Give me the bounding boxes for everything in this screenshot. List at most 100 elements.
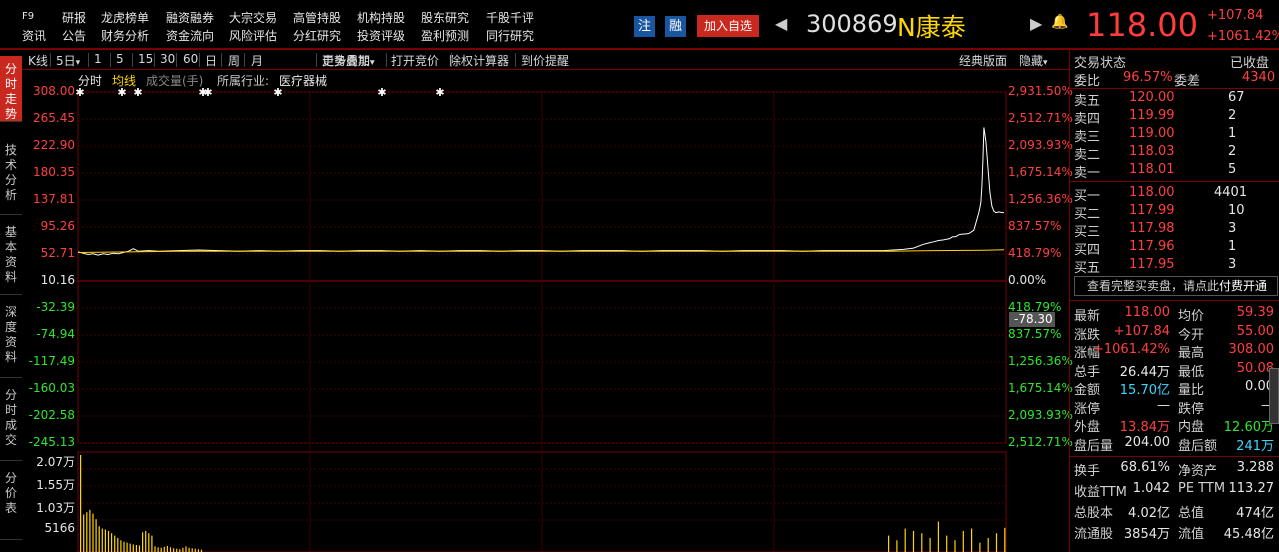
volume-bar: [151, 535, 153, 552]
event-marker-icon[interactable]: ✱: [75, 86, 84, 99]
y-axis-label-left: -117.49: [28, 354, 75, 368]
volume-bar: [896, 540, 898, 552]
volume-bar: [83, 514, 85, 552]
y-axis-label-right: 2,931.50%: [1008, 84, 1073, 98]
stat-value: 59.39: [1236, 305, 1274, 320]
bid-price: 118.00: [1129, 185, 1175, 200]
volume-bar: [921, 533, 923, 552]
bid-label: 买五: [1074, 261, 1101, 276]
ask-volume: 1: [1228, 126, 1237, 141]
volume-bar: [126, 542, 128, 552]
volume-bar: [86, 512, 88, 552]
full-book-text: 查看完整买卖盘，请点此: [1087, 279, 1220, 293]
volume-bar: [114, 535, 116, 552]
stat-value: 308.00: [1228, 342, 1275, 357]
y-axis-label-left: 95.26: [40, 218, 75, 233]
volume-bar: [962, 530, 964, 552]
stat-value: 241万: [1236, 438, 1274, 454]
volume-bar: [173, 548, 175, 552]
bid-price: 117.96: [1129, 239, 1175, 254]
fund-label: 总股本: [1074, 506, 1114, 521]
volume-bar: [111, 533, 113, 552]
panel-divider: [1070, 300, 1279, 301]
stat-label: 今开: [1178, 327, 1205, 343]
y-axis-label-left: -160.03: [28, 380, 75, 395]
y-axis-label-right: 2,512.71%: [1008, 435, 1073, 449]
volume-bar: [182, 547, 184, 552]
y-axis-label-left: 308.00: [33, 84, 75, 98]
volume-bar: [166, 545, 168, 552]
y-axis-label-right: 418.79%: [1008, 245, 1062, 260]
bid-volume: 4401: [1214, 185, 1248, 200]
volume-bar: [185, 546, 187, 552]
weibi-value: 96.57%: [1123, 70, 1173, 85]
bid-volume: 1: [1228, 239, 1237, 254]
volume-bar: [979, 542, 981, 552]
bid-volume: 3: [1228, 221, 1237, 236]
full-order-book-button[interactable]: 查看完整买卖盘，请点此付费开通: [1074, 276, 1278, 296]
ask-price: 119.00: [1129, 126, 1175, 141]
panel-divider: [1070, 181, 1279, 182]
volume-bar: [92, 513, 94, 552]
ask-price: 118.03: [1129, 144, 1175, 159]
y-axis-label-right: 837.57%: [1008, 218, 1062, 233]
volume-bar: [954, 540, 956, 552]
stat-value: +107.84: [1113, 323, 1170, 339]
volume-bar: [163, 546, 165, 552]
volume-bar: [132, 544, 134, 552]
y-axis-label-right: 2,093.93%: [1008, 138, 1073, 152]
y-axis-label-left: 52.71: [40, 245, 75, 260]
event-marker-icon[interactable]: ✱: [435, 86, 444, 99]
y-axis-label-left: 137.81: [33, 191, 75, 206]
bid-volume: 10: [1228, 203, 1245, 218]
status-value: 已收盘: [1230, 56, 1270, 71]
stat-label: 量比: [1178, 383, 1205, 398]
stat-value: 12.60万: [1223, 420, 1274, 435]
ask-volume: 2: [1228, 108, 1237, 123]
scrollbar[interactable]: [1269, 368, 1279, 424]
volume-bar: [169, 547, 172, 552]
y-axis-label-right: 2,512.71%: [1008, 111, 1073, 125]
y-axis-label-left: -32.39: [36, 300, 75, 314]
y-axis-label-left: 180.35: [33, 165, 75, 179]
fund-value: 3.288: [1236, 460, 1274, 475]
stat-label: 最高: [1178, 346, 1205, 361]
volume-bar: [995, 533, 998, 552]
stat-value: 118.00: [1124, 305, 1171, 320]
stat-value: +1061.42%: [1092, 342, 1170, 357]
ask-price: 120.00: [1129, 90, 1175, 105]
volume-axis-label: 1.55万: [36, 478, 75, 492]
event-marker-icon[interactable]: ✱: [203, 86, 212, 99]
stat-value: —: [1157, 397, 1170, 413]
volume-bar: [142, 532, 144, 552]
volume-bar: [123, 541, 125, 552]
y-axis-label-right: 1,675.14%: [1008, 380, 1073, 395]
cursor-value: -78.30: [1014, 312, 1053, 326]
stat-value: 15.70亿: [1119, 383, 1170, 398]
event-marker-icon[interactable]: ✱: [273, 86, 282, 99]
event-marker-icon[interactable]: ✱: [117, 86, 126, 99]
intraday-chart[interactable]: ✱ ✱ ✱ ✱✱ ✱ ✱ ✱: [0, 0, 1069, 552]
ask-price: 119.99: [1129, 108, 1175, 123]
event-marker-icon[interactable]: ✱: [133, 86, 142, 99]
fund-label: 收益TTM: [1074, 485, 1127, 500]
price-change: +107.84: [1207, 8, 1264, 23]
fund-label: 总值: [1178, 506, 1205, 521]
volume-bar: [987, 537, 989, 552]
y-axis-label-right: 2,093.93%: [1008, 407, 1073, 422]
ask-label: 卖二: [1074, 148, 1101, 163]
y-axis-label-left: 222.90: [33, 138, 75, 152]
status-label: 交易状态: [1074, 56, 1127, 71]
volume-bar: [191, 548, 193, 552]
volume-bar: [148, 533, 150, 552]
bid-label: 买四: [1074, 243, 1101, 258]
stat-label: 金额: [1074, 383, 1101, 398]
ask-volume: 5: [1228, 162, 1237, 177]
bid-label: 买二: [1074, 207, 1101, 222]
fund-value: 4.02亿: [1128, 506, 1170, 521]
fund-label: PE TTM: [1178, 481, 1226, 496]
volume-bar: [1004, 527, 1006, 552]
fund-value: 474亿: [1236, 506, 1274, 521]
event-marker-icon[interactable]: ✱: [377, 86, 386, 99]
pay-link[interactable]: 付费开通: [1219, 279, 1267, 293]
